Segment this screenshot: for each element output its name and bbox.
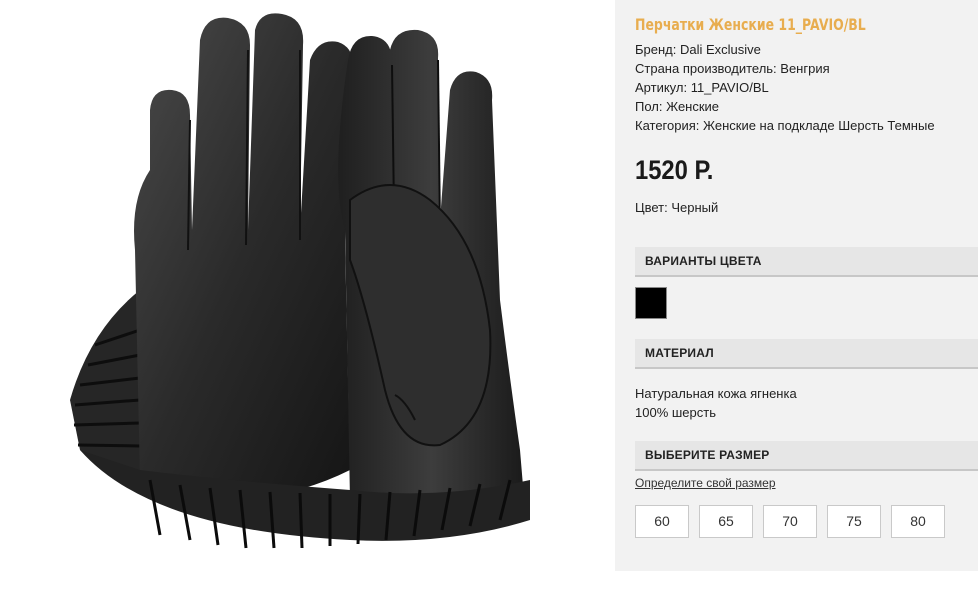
color-variants-header: ВАРИАНТЫ ЦВЕТА [635, 247, 978, 277]
size-header: ВЫБЕРИТЕ РАЗМЕР [635, 441, 978, 471]
material-header: МАТЕРИАЛ [635, 339, 978, 369]
spec-gender: Пол: Женские [635, 99, 720, 114]
product-color: Цвет: Черный [635, 200, 719, 215]
size-button-80[interactable]: 80 [891, 505, 945, 538]
size-options: 60 65 70 75 80 [635, 505, 945, 538]
product-title: Перчатки Женские 11_PAVIO/BL [635, 15, 866, 34]
size-button-60[interactable]: 60 [635, 505, 689, 538]
spec-brand: Бренд: Dali Exclusive [635, 42, 761, 57]
size-guide-link[interactable]: Определите свой размер [635, 476, 776, 490]
material-line: 100% шерсть [635, 405, 716, 420]
color-swatch-black[interactable] [635, 287, 667, 319]
spec-country: Страна производитель: Венгрия [635, 61, 830, 76]
product-info-panel: Перчатки Женские 11_PAVIO/BL Бренд: Dali… [615, 0, 978, 571]
gloves-image [70, 13, 530, 549]
material-line: Натуральная кожа ягненка [635, 386, 797, 401]
size-button-65[interactable]: 65 [699, 505, 753, 538]
product-price: 1520 Р. [635, 155, 714, 185]
size-button-70[interactable]: 70 [763, 505, 817, 538]
material-list: Натуральная кожа ягненка 100% шерсть [635, 384, 797, 422]
product-specs: Бренд: Dali Exclusive Страна производите… [635, 40, 935, 135]
spec-category: Категория: Женские на подкладе Шерсть Те… [635, 118, 935, 133]
size-button-75[interactable]: 75 [827, 505, 881, 538]
product-photo [0, 0, 615, 599]
spec-article: Артикул: 11_PAVIO/BL [635, 80, 769, 95]
